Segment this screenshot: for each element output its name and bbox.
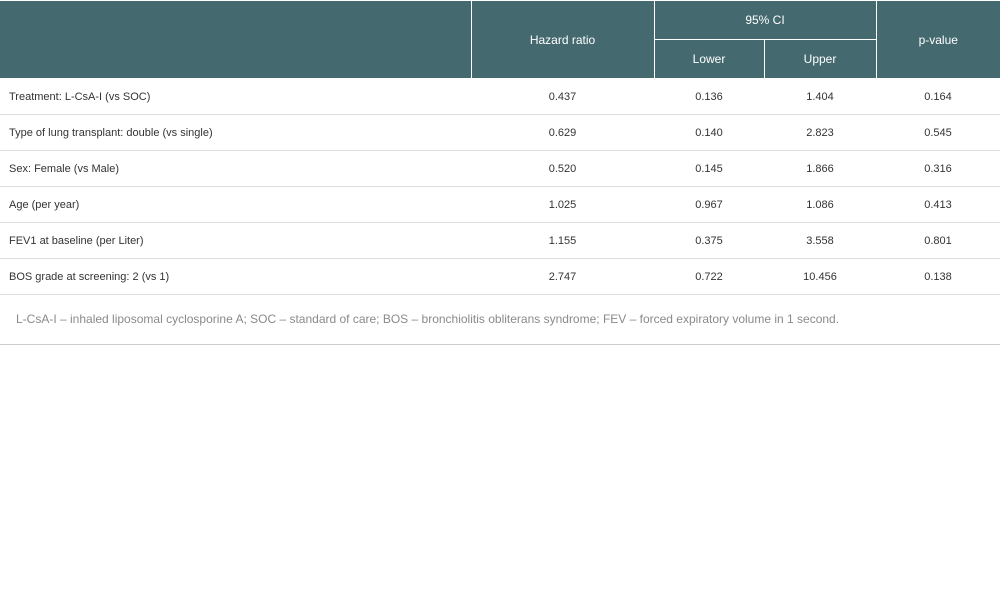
table-row: Age (per year) 1.025 0.967 1.086 0.413 — [0, 186, 1000, 223]
table-row: Sex: Female (vs Male) 0.520 0.145 1.866 … — [0, 150, 1000, 187]
header-upper: Upper — [763, 39, 877, 79]
hazard-ratio-table: Hazard ratio 95% CI p-value Lower Upper … — [0, 0, 1000, 295]
row-label: BOS grade at screening: 2 (vs 1) — [0, 258, 471, 295]
row-p-value: 0.545 — [876, 114, 1000, 151]
row-ci-lower: 0.375 — [654, 222, 764, 259]
row-ci-lower: 0.136 — [654, 78, 764, 115]
row-label: Type of lung transplant: double (vs sing… — [0, 114, 471, 151]
header-lower: Lower — [653, 39, 765, 79]
table-row: FEV1 at baseline (per Liter) 1.155 0.375… — [0, 222, 1000, 259]
row-hazard-ratio: 0.437 — [471, 78, 654, 115]
row-ci-lower: 0.140 — [654, 114, 764, 151]
row-label: Treatment: L-CsA-I (vs SOC) — [0, 78, 471, 115]
row-hazard-ratio: 0.629 — [471, 114, 654, 151]
row-p-value: 0.801 — [876, 222, 1000, 259]
row-ci-upper: 2.823 — [764, 114, 877, 151]
table-body: Treatment: L-CsA-I (vs SOC) 0.437 0.136 … — [0, 78, 1000, 295]
header-blank-cell — [0, 0, 472, 79]
table-footnote: L-CsA-I – inhaled liposomal cyclosporine… — [0, 295, 1000, 345]
row-p-value: 0.138 — [876, 258, 1000, 295]
row-ci-upper: 10.456 — [764, 258, 877, 295]
table-row: BOS grade at screening: 2 (vs 1) 2.747 0… — [0, 258, 1000, 295]
row-hazard-ratio: 0.520 — [471, 150, 654, 187]
row-ci-lower: 0.722 — [654, 258, 764, 295]
row-label: Sex: Female (vs Male) — [0, 150, 471, 187]
row-hazard-ratio: 1.025 — [471, 186, 654, 223]
row-p-value: 0.316 — [876, 150, 1000, 187]
table-row: Type of lung transplant: double (vs sing… — [0, 114, 1000, 151]
row-label: FEV1 at baseline (per Liter) — [0, 222, 471, 259]
row-ci-lower: 0.967 — [654, 186, 764, 223]
table-header: Hazard ratio 95% CI p-value Lower Upper — [0, 0, 1000, 79]
row-ci-upper: 1.404 — [764, 78, 877, 115]
header-p-value: p-value — [875, 0, 1000, 79]
row-ci-lower: 0.145 — [654, 150, 764, 187]
row-ci-upper: 1.086 — [764, 186, 877, 223]
row-hazard-ratio: 2.747 — [471, 258, 654, 295]
row-p-value: 0.164 — [876, 78, 1000, 115]
header-hazard-ratio: Hazard ratio — [470, 0, 655, 79]
row-ci-upper: 3.558 — [764, 222, 877, 259]
row-ci-upper: 1.866 — [764, 150, 877, 187]
row-label: Age (per year) — [0, 186, 471, 223]
table-row: Treatment: L-CsA-I (vs SOC) 0.437 0.136 … — [0, 78, 1000, 115]
results-table-container: Hazard ratio 95% CI p-value Lower Upper … — [0, 0, 1000, 345]
row-hazard-ratio: 1.155 — [471, 222, 654, 259]
header-ci-group: 95% CI — [653, 0, 877, 40]
row-p-value: 0.413 — [876, 186, 1000, 223]
